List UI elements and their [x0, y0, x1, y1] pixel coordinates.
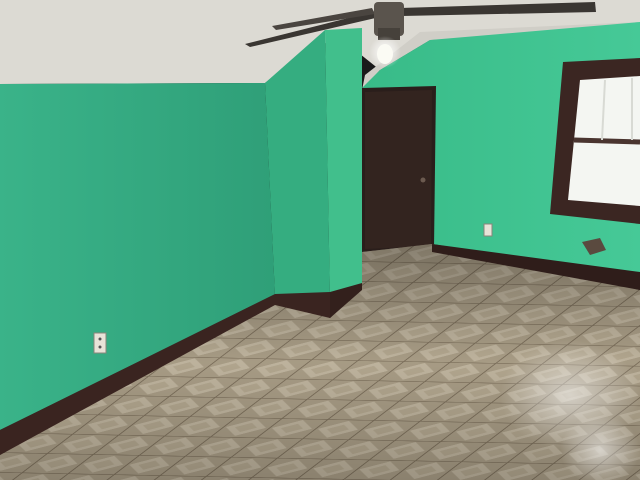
wall-outlet-right — [483, 223, 493, 237]
wall-outlet — [93, 332, 107, 354]
dark-wood-door[interactable] — [362, 86, 436, 252]
door-knob[interactable] — [420, 177, 426, 183]
bare-bulb — [369, 36, 401, 68]
room-scene — [0, 0, 640, 480]
double-hung-window — [550, 58, 640, 224]
